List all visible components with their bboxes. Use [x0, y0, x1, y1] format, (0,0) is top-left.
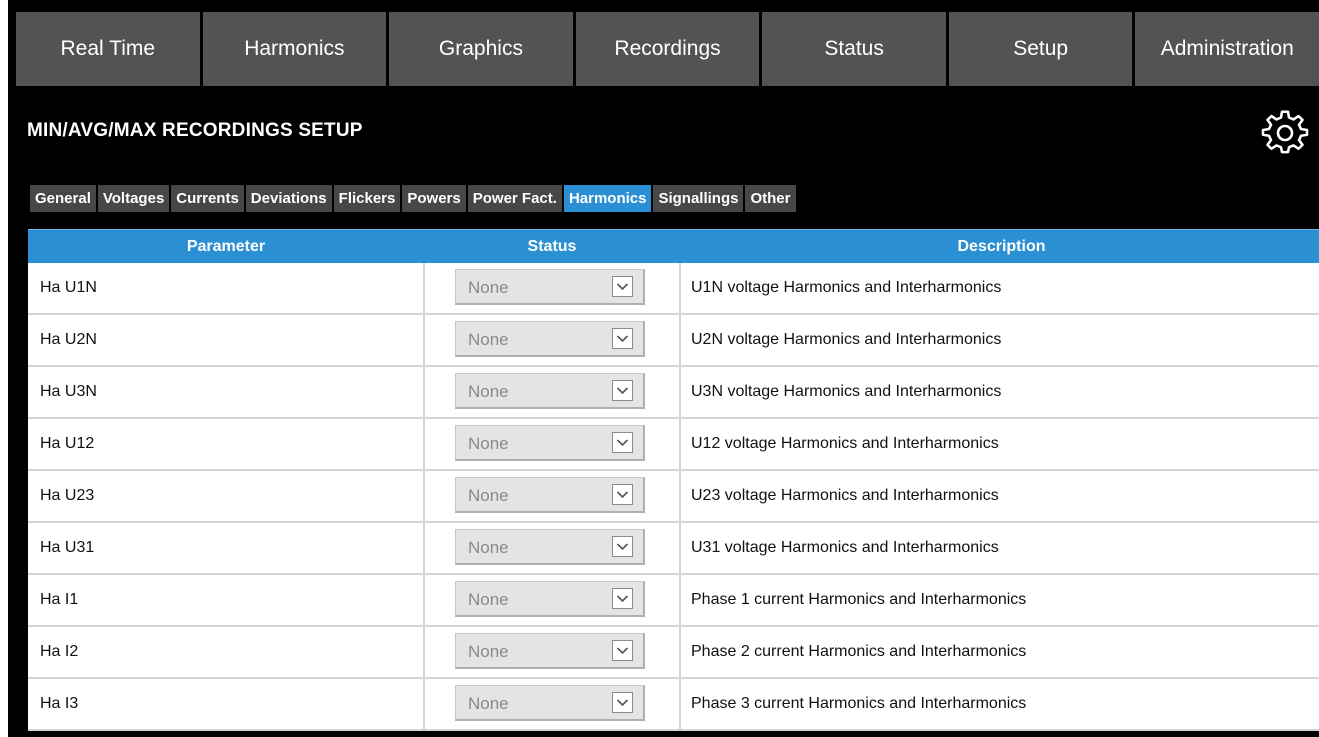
status-cell: None [424, 263, 681, 315]
status-cell: None [424, 418, 681, 471]
status-dropdown[interactable]: None [455, 529, 645, 565]
parameter-cell: Ha U23 [28, 470, 425, 523]
parameter-cell: Ha U31 [28, 522, 425, 575]
status-dropdown[interactable]: None [455, 477, 645, 513]
status-value: None [468, 486, 509, 505]
status-value: None [468, 694, 509, 713]
parameter-cell: Ha U3N [28, 366, 425, 419]
status-value: None [468, 642, 509, 661]
nav-tab-status[interactable]: Status [762, 12, 946, 86]
status-cell: None [424, 574, 681, 627]
status-dropdown[interactable]: None [455, 633, 645, 669]
status-dropdown[interactable]: None [455, 685, 645, 721]
sub-tab-power-fact[interactable]: Power Fact. [467, 185, 562, 212]
sub-tab-voltages[interactable]: Voltages [97, 185, 170, 212]
chevron-down-icon[interactable] [612, 640, 633, 661]
table-row: Ha U3N None U3N voltage Harmonics and In… [28, 366, 1319, 419]
parameter-cell: Ha I1 [28, 574, 425, 627]
status-dropdown[interactable]: None [455, 321, 645, 357]
nav-tab-graphics[interactable]: Graphics [389, 12, 573, 86]
chevron-down-icon[interactable] [612, 692, 633, 713]
sub-tab-general[interactable]: General [30, 185, 96, 212]
status-cell: None [424, 678, 681, 731]
parameter-cell: Ha I3 [28, 678, 425, 731]
nav-tab-harmonics[interactable]: Harmonics [202, 12, 387, 86]
chevron-down-icon[interactable] [612, 328, 633, 349]
chevron-down-icon[interactable] [612, 484, 633, 505]
column-header-parameter: Parameter [28, 229, 424, 263]
status-value: None [468, 278, 509, 297]
sub-tab-flickers[interactable]: Flickers [333, 185, 401, 212]
parameter-cell: Ha U1N [28, 263, 425, 315]
table-row: Ha U23 None U23 voltage Harmonics and In… [28, 470, 1319, 523]
gear-icon[interactable] [1261, 108, 1309, 156]
sub-tab-deviations[interactable]: Deviations [245, 185, 332, 212]
nav-tab-recordings[interactable]: Recordings [575, 12, 760, 86]
status-value: None [468, 434, 509, 453]
description-cell: Phase 1 current Harmonics and Interharmo… [680, 574, 1319, 627]
table-row: Ha I1 None Phase 1 current Harmonics and… [28, 574, 1319, 627]
status-cell: None [424, 470, 681, 523]
app-window: Real Time Harmonics Graphics Recordings … [8, 0, 1319, 737]
sub-tab-powers[interactable]: Powers [402, 185, 466, 212]
description-cell: U12 voltage Harmonics and Interharmonics [680, 418, 1319, 471]
sub-tab-currents[interactable]: Currents [171, 185, 244, 212]
nav-tab-real-time[interactable]: Real Time [16, 12, 200, 86]
description-cell: U31 voltage Harmonics and Interharmonics [680, 522, 1319, 575]
status-value: None [468, 538, 509, 557]
status-value: None [468, 590, 509, 609]
status-dropdown[interactable]: None [455, 581, 645, 617]
status-cell: None [424, 314, 681, 367]
status-dropdown[interactable]: None [455, 269, 645, 305]
status-dropdown[interactable]: None [455, 373, 645, 409]
column-header-status: Status [424, 229, 680, 263]
table-row: Ha I2 None Phase 2 current Harmonics and… [28, 626, 1319, 679]
sub-tab-harmonics[interactable]: Harmonics [563, 185, 652, 212]
table-row: Ha U31 None U31 voltage Harmonics and In… [28, 522, 1319, 575]
status-cell: None [424, 626, 681, 679]
table-row: Ha U2N None U2N voltage Harmonics and In… [28, 314, 1319, 367]
description-cell: U23 voltage Harmonics and Interharmonics [680, 470, 1319, 523]
chevron-down-icon[interactable] [612, 588, 633, 609]
sub-tab-other[interactable]: Other [745, 185, 796, 212]
status-cell: None [424, 522, 681, 575]
parameter-cell: Ha U12 [28, 418, 425, 471]
table-row: Ha I3 None Phase 3 current Harmonics and… [28, 678, 1319, 731]
status-value: None [468, 382, 509, 401]
main-nav: Real Time Harmonics Graphics Recordings … [16, 12, 1319, 86]
nav-tab-administration[interactable]: Administration [1135, 12, 1319, 86]
parameters-table: Parameter Status Description Ha U1N None… [28, 229, 1319, 731]
description-cell: U1N voltage Harmonics and Interharmonics [680, 263, 1319, 315]
description-cell: U2N voltage Harmonics and Interharmonics [680, 314, 1319, 367]
description-cell: Phase 2 current Harmonics and Interharmo… [680, 626, 1319, 679]
table-header-row: Parameter Status Description [28, 229, 1319, 263]
table-row: Ha U12 None U12 voltage Harmonics and In… [28, 418, 1319, 471]
table-row: Ha U1N None U1N voltage Harmonics and In… [28, 263, 1319, 315]
sub-tabs: General Voltages Currents Deviations Fli… [30, 185, 798, 212]
parameter-cell: Ha I2 [28, 626, 425, 679]
chevron-down-icon[interactable] [612, 380, 633, 401]
status-value: None [468, 330, 509, 349]
column-header-description: Description [680, 229, 1319, 263]
status-dropdown[interactable]: None [455, 425, 645, 461]
chevron-down-icon[interactable] [612, 276, 633, 297]
sub-tab-signallings[interactable]: Signallings [653, 185, 744, 212]
description-cell: Phase 3 current Harmonics and Interharmo… [680, 678, 1319, 731]
chevron-down-icon[interactable] [612, 432, 633, 453]
description-cell: U3N voltage Harmonics and Interharmonics [680, 366, 1319, 419]
parameter-cell: Ha U2N [28, 314, 425, 367]
chevron-down-icon[interactable] [612, 536, 633, 557]
status-cell: None [424, 366, 681, 419]
page-title: MIN/AVG/MAX RECORDINGS SETUP [27, 120, 363, 141]
nav-tab-setup[interactable]: Setup [948, 12, 1133, 86]
